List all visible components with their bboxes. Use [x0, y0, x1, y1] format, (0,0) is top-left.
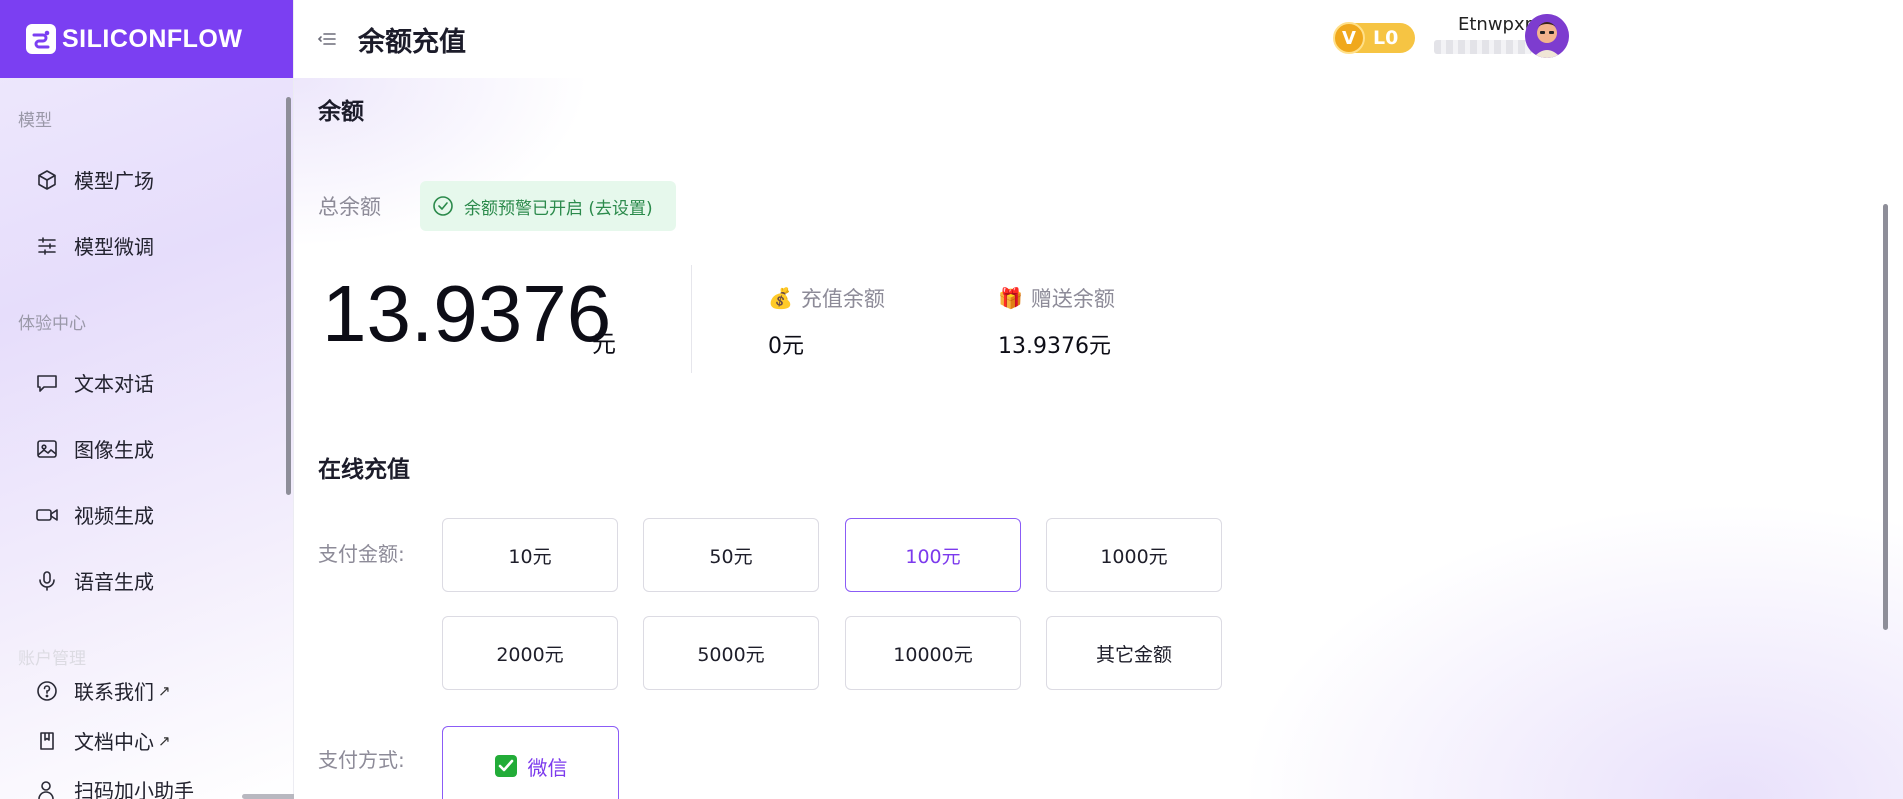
total-balance-amount: 13.9376 [322, 269, 612, 358]
microphone-icon [34, 568, 60, 594]
gift-balance-value: 13.9376元 [998, 334, 1111, 359]
total-balance-unit: 元 [592, 330, 616, 358]
recharge-balance-label: 💰 充值余额 [768, 283, 885, 313]
section-label-models: 模型 [18, 111, 52, 131]
logo-bar[interactable]: SILICONFLOW [0, 0, 293, 78]
pay-amount-label: 支付金额: [318, 542, 405, 566]
sidebar-item-image-gen[interactable]: 图像生成 [34, 434, 154, 463]
sidebar-item-speech-gen[interactable]: 语音生成 [34, 566, 154, 595]
image-icon [34, 436, 60, 462]
section-label-playground: 体验中心 [18, 314, 86, 334]
pay-method-wechat-button[interactable]: 微信 [442, 726, 619, 799]
divider [691, 265, 692, 373]
sidebar-item-label: 模型广场 [74, 169, 154, 193]
online-recharge-title: 在线充值 [318, 457, 410, 483]
brand-name: SILICONFLOW [62, 24, 243, 53]
sidebar-scrollbar[interactable] [286, 97, 291, 495]
sidebar-item-video-gen[interactable]: 视频生成 [34, 500, 154, 529]
sidebar-link-label: 联系我们 [74, 680, 154, 704]
sidebar-link-contact-us[interactable]: 联系我们 ↗ [34, 676, 171, 705]
pay-method-label-text: 微信 [527, 755, 568, 780]
sidebar-link-label: 文档中心 [74, 730, 154, 754]
recharge-balance-value: 0元 [768, 334, 804, 359]
amount-option-10[interactable]: 10元 [442, 518, 618, 592]
sidebar-item-label: 文本对话 [74, 372, 154, 396]
sidebar-item-label: 模型微调 [74, 235, 154, 259]
sidebar-item-label: 图像生成 [74, 438, 154, 462]
page-title: 余额充值 [358, 26, 466, 58]
sidebar-item-model-finetune[interactable]: 模型微调 [34, 231, 154, 260]
main-scrollbar[interactable] [1883, 204, 1888, 630]
sidebar-link-docs[interactable]: 文档中心 ↗ [34, 726, 171, 755]
sidebar-item-text-chat[interactable]: 文本对话 [34, 368, 154, 397]
total-balance-label: 总余额 [318, 195, 381, 219]
help-circle-icon [34, 678, 60, 704]
user-level-badge[interactable]: V L0 [1333, 22, 1415, 54]
amount-option-50[interactable]: 50元 [643, 518, 819, 592]
amount-option-1000[interactable]: 1000元 [1046, 518, 1222, 592]
sidebar: SILICONFLOW 模型 模型广场 模型微调 体验中心 文本对话 图像生成 … [0, 0, 294, 799]
avatar[interactable] [1525, 14, 1569, 58]
amount-option-100[interactable]: 100元 [845, 518, 1021, 592]
balance-alert-text: 余额预警已开启 (去设置) [464, 198, 653, 219]
balance-alert-badge[interactable]: 余额预警已开启 (去设置) [420, 181, 676, 231]
user-level-label: L0 [1373, 27, 1399, 49]
video-camera-icon [34, 502, 60, 528]
user-add-icon [34, 777, 60, 799]
siliconflow-logo-icon [26, 24, 56, 54]
check-circle-icon [432, 195, 454, 217]
sidebar-item-model-square[interactable]: 模型广场 [34, 165, 154, 194]
cube-icon [34, 167, 60, 193]
gift-balance-text: 赠送余额 [1030, 287, 1115, 311]
amount-option-2000[interactable]: 2000元 [442, 616, 618, 690]
vip-badge-icon: V [1333, 22, 1365, 54]
top-header: 余额充值 [294, 0, 1903, 78]
money-bag-icon: 💰 [768, 286, 793, 310]
sidebar-link-assistant[interactable]: 扫码加小助手 [34, 775, 194, 799]
sidebar-link-label: 扫码加小助手 [74, 779, 194, 799]
amount-option-other[interactable]: 其它金额 [1046, 616, 1222, 690]
gift-balance-label: 🎁 赠送余额 [998, 283, 1115, 313]
pay-method-label: 支付方式: [318, 748, 405, 772]
sidebar-item-label: 语音生成 [74, 570, 154, 594]
sliders-icon [34, 233, 60, 259]
balance-section-title: 余额 [318, 99, 364, 125]
wechat-pay-icon [494, 754, 518, 778]
amount-option-5000[interactable]: 5000元 [643, 616, 819, 690]
recharge-balance-text: 充值余额 [800, 287, 885, 311]
section-label-account: 账户管理 [18, 649, 86, 669]
external-link-icon: ↗ [158, 731, 171, 750]
sidebar-item-label: 视频生成 [74, 504, 154, 528]
gift-icon: 🎁 [998, 286, 1023, 310]
main-content: 余额 总余额 余额预警已开启 (去设置) 13.9376 元 💰 充值余额 0元… [294, 78, 1903, 799]
user-id-redacted [1434, 40, 1532, 54]
book-icon [34, 728, 60, 754]
menu-collapse-icon[interactable] [316, 28, 338, 50]
chat-bubble-icon [34, 370, 60, 396]
external-link-icon: ↗ [158, 681, 171, 700]
amount-option-10000[interactable]: 10000元 [845, 616, 1021, 690]
